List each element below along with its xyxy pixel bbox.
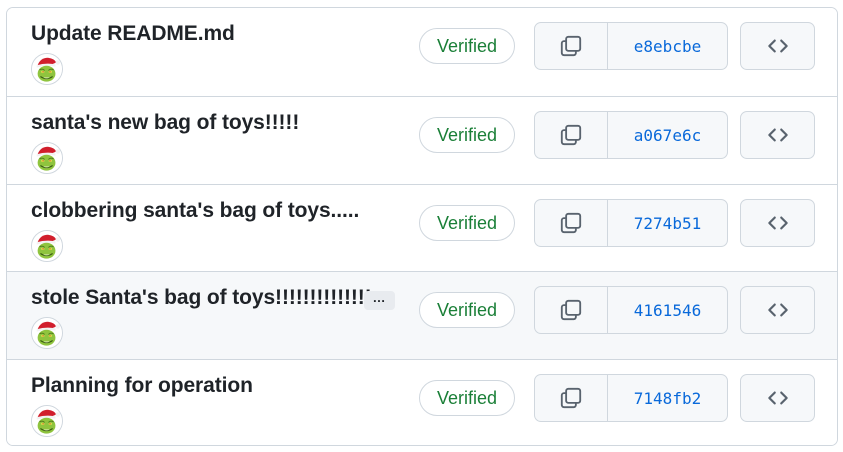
browse-repository-button[interactable]: [740, 111, 815, 159]
browse-repository-button[interactable]: [740, 199, 815, 247]
sha-button-group: 7274b51: [534, 199, 728, 247]
commit-sha-link[interactable]: 7148fb2: [608, 375, 727, 421]
browse-repository-button[interactable]: [740, 286, 815, 334]
commit-message-link[interactable]: Planning for operation: [31, 374, 253, 398]
sha-button-group: a067e6c: [534, 111, 728, 159]
commit-row: stole Santa's bag of toys!!!!!!!!!!!!!! …: [7, 272, 837, 360]
verified-badge[interactable]: Verified: [419, 380, 515, 416]
sha-button-group: e8ebcbe: [534, 22, 728, 70]
commit-sha-link[interactable]: 7274b51: [608, 200, 727, 246]
commit-row: clobbering santa's bag of toys..... Veri…: [7, 185, 837, 272]
commit-sha-link[interactable]: a067e6c: [608, 112, 727, 158]
verified-badge[interactable]: Verified: [419, 28, 515, 64]
author-avatar[interactable]: [31, 142, 63, 174]
code-icon: [767, 303, 788, 317]
commit-sha-link[interactable]: 4161546: [608, 287, 727, 333]
commit-list: Update README.md Verified e8ebcbe santa'…: [6, 7, 838, 446]
copy-icon: [560, 124, 582, 146]
author-avatar[interactable]: [31, 405, 63, 437]
copy-sha-button[interactable]: [535, 375, 608, 421]
code-icon: [767, 39, 788, 53]
verified-badge[interactable]: Verified: [419, 292, 515, 328]
commit-row: Planning for operation Verified 7148fb2: [7, 360, 837, 445]
copy-sha-button[interactable]: [535, 112, 608, 158]
code-icon: [767, 128, 788, 142]
expand-message-button[interactable]: …: [364, 291, 395, 310]
commit-message-link[interactable]: santa's new bag of toys!!!!!: [31, 111, 299, 135]
commit-sha-link[interactable]: e8ebcbe: [608, 23, 727, 69]
commit-row: Update README.md Verified e8ebcbe: [7, 8, 837, 97]
sha-button-group: 7148fb2: [534, 374, 728, 422]
grinch-avatar-icon: [32, 143, 62, 173]
commit-message-link[interactable]: stole Santa's bag of toys!!!!!!!!!!!!!!: [31, 286, 372, 310]
commit-row: santa's new bag of toys!!!!! Verified a0…: [7, 97, 837, 185]
commit-message-link[interactable]: Update README.md: [31, 22, 235, 46]
author-avatar[interactable]: [31, 317, 63, 349]
grinch-avatar-icon: [32, 406, 62, 436]
author-avatar[interactable]: [31, 53, 63, 85]
copy-sha-button[interactable]: [535, 287, 608, 333]
grinch-avatar-icon: [32, 54, 62, 84]
commit-message-link[interactable]: clobbering santa's bag of toys.....: [31, 199, 359, 223]
code-icon: [767, 216, 788, 230]
sha-button-group: 4161546: [534, 286, 728, 334]
copy-icon: [560, 35, 582, 57]
author-avatar[interactable]: [31, 230, 63, 262]
browse-repository-button[interactable]: [740, 374, 815, 422]
copy-sha-button[interactable]: [535, 200, 608, 246]
verified-badge[interactable]: Verified: [419, 117, 515, 153]
copy-icon: [560, 387, 582, 409]
copy-sha-button[interactable]: [535, 23, 608, 69]
copy-icon: [560, 212, 582, 234]
verified-badge[interactable]: Verified: [419, 205, 515, 241]
copy-icon: [560, 299, 582, 321]
code-icon: [767, 391, 788, 405]
grinch-avatar-icon: [32, 318, 62, 348]
browse-repository-button[interactable]: [740, 22, 815, 70]
grinch-avatar-icon: [32, 231, 62, 261]
